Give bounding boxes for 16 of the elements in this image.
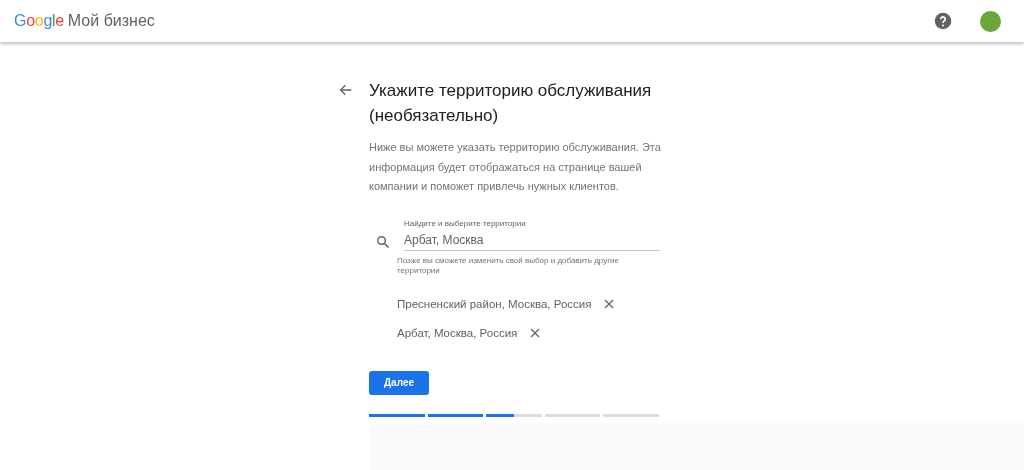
product-name: Мой бизнес [67,12,155,30]
next-button[interactable]: Далее [369,370,429,395]
area-name: Арбат, Москва, Россия [397,326,518,339]
google-logo: Google [14,12,64,30]
search-field[interactable]: Арбат, Москва [404,232,660,251]
remove-icon[interactable] [529,326,542,339]
field-hint: Позже вы сможете изменить свой выбор и добавить другие территории [397,255,620,276]
account-avatar[interactable] [980,10,1001,32]
search-icon [376,234,390,249]
help-icon[interactable] [934,12,952,30]
field-label: Найдите и выберите территории [404,218,527,228]
remove-icon[interactable] [603,297,616,310]
area-name: Пресненский район, Москва, Россия [397,297,592,310]
page-title: Укажите территорию обслуживания (необязательно) [369,80,653,127]
back-arrow-icon[interactable] [338,82,354,98]
description: Ниже вы можете указать территорию обслуживания. Эта информация будет отображаться на странице вашей компании и поможет привлечь нужных клиентов. [369,140,662,194]
